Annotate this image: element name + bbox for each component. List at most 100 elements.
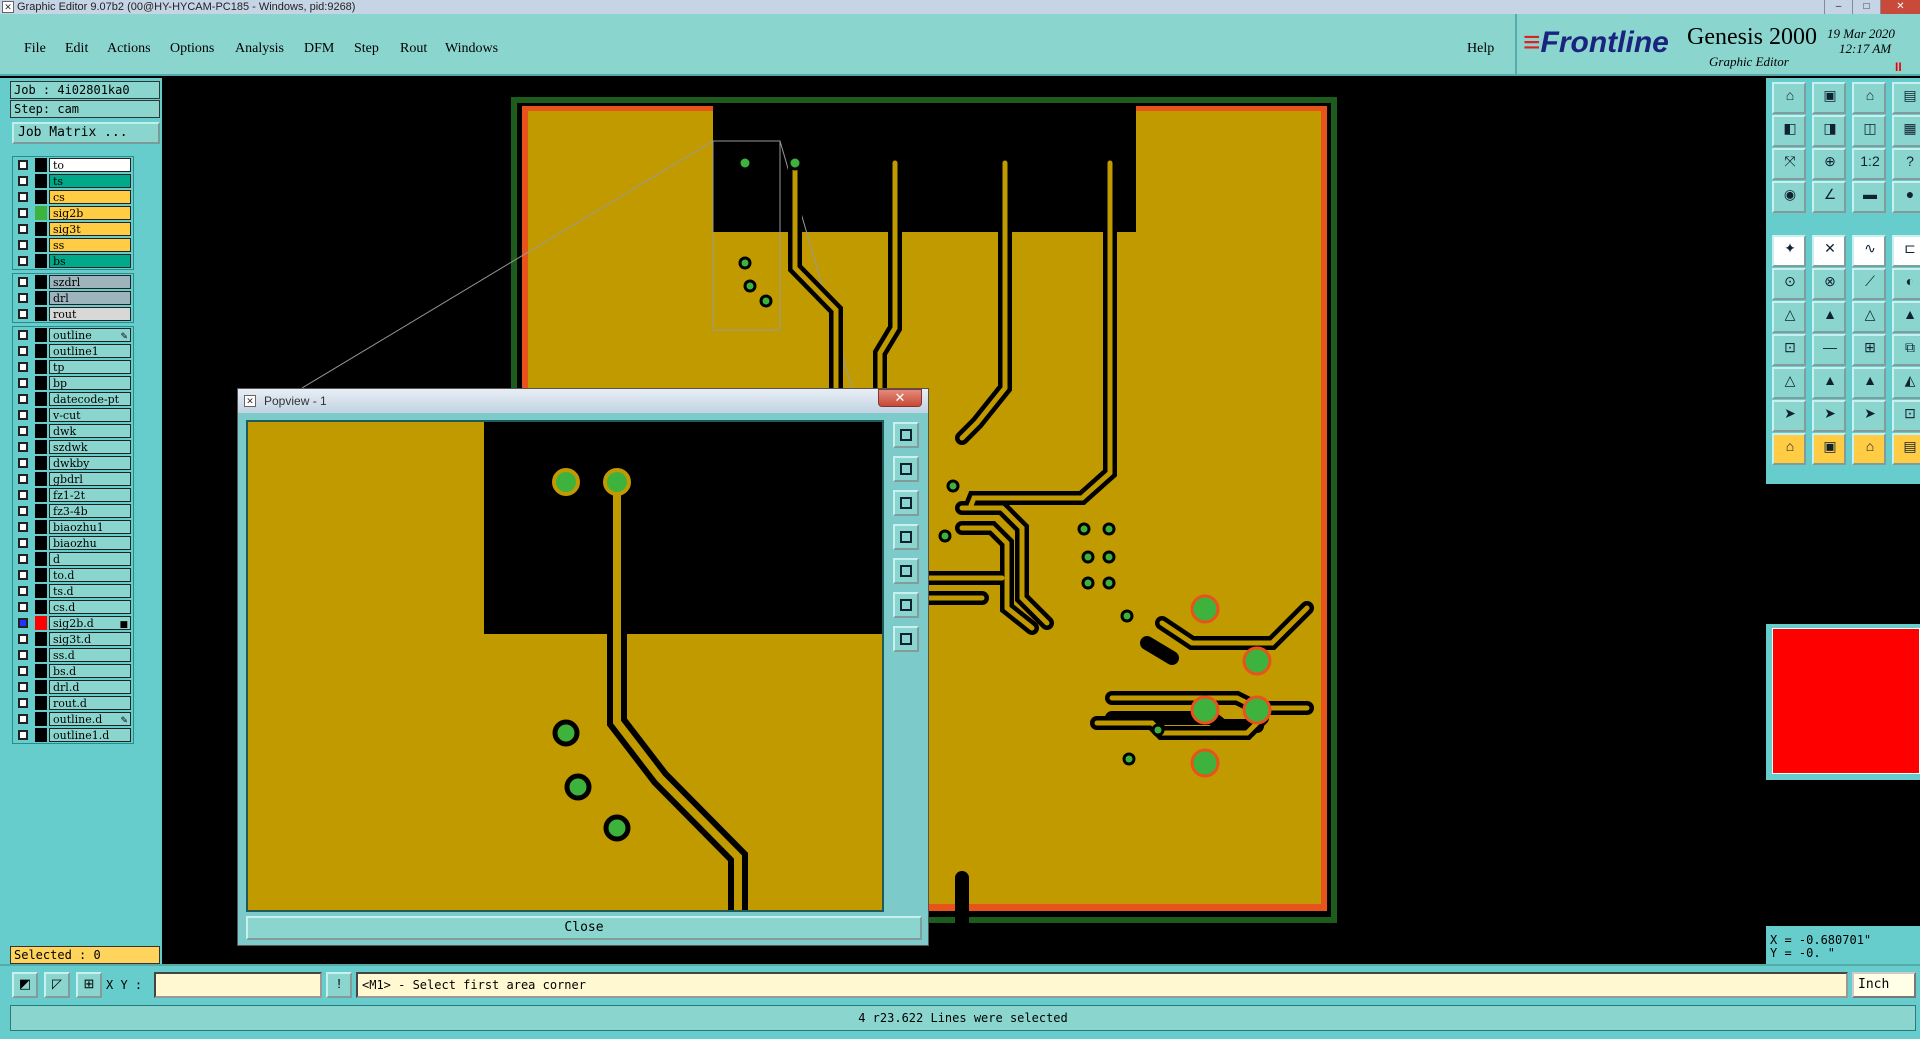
layer-row[interactable]: biaozhu — [13, 535, 133, 551]
fit-icon[interactable]: ⤧ — [1772, 148, 1806, 180]
layer-name[interactable]: datecode-pt — [49, 392, 131, 406]
layer-row[interactable]: biaozhu1 — [13, 519, 133, 535]
layer-indicator[interactable] — [35, 440, 47, 454]
popview-close-button[interactable]: Close — [246, 916, 922, 940]
drop-icon[interactable]: ⊡ — [1772, 334, 1806, 366]
cross-icon[interactable]: ⊗ — [1812, 268, 1846, 300]
layer-name[interactable]: fz1-2t — [49, 488, 131, 502]
layer-row[interactable]: outline1 — [13, 343, 133, 359]
layer-name[interactable]: bs — [49, 254, 131, 268]
home-icon[interactable]: ⌂ — [1772, 433, 1806, 465]
layer-checkbox[interactable] — [18, 618, 28, 628]
layer-name[interactable]: rout.d — [49, 696, 131, 710]
layer-row[interactable]: bp — [13, 375, 133, 391]
info-icon[interactable]: ! — [326, 972, 352, 998]
layer-checkbox[interactable] — [18, 634, 28, 644]
layer-row[interactable]: sig3t.d — [13, 631, 133, 647]
layer-checkbox[interactable] — [18, 506, 28, 516]
layer-checkbox[interactable] — [18, 570, 28, 580]
layer-name[interactable]: cs — [49, 190, 131, 204]
layer-indicator[interactable] — [35, 472, 47, 486]
layer-indicator[interactable] — [35, 456, 47, 470]
layer-checkbox[interactable] — [18, 730, 28, 740]
snap-icon[interactable]: ◩ — [12, 972, 38, 998]
layer-indicator[interactable] — [35, 174, 47, 188]
units-dropdown[interactable]: Inch — [1852, 972, 1916, 998]
layer-indicator[interactable] — [35, 664, 47, 678]
snap-icon[interactable]: ➤ — [1852, 400, 1886, 432]
layer-checkbox[interactable] — [18, 160, 28, 170]
layer-indicator[interactable] — [35, 520, 47, 534]
pan-down-icon[interactable] — [893, 490, 919, 516]
layer-checkbox[interactable] — [18, 309, 28, 319]
layer-row[interactable]: outline1.d — [13, 727, 133, 743]
layer-row[interactable]: sig2b.d ■ — [13, 615, 133, 631]
menu-edit[interactable]: Edit — [65, 41, 88, 57]
right-arrow-icon[interactable]: ◨ — [1812, 115, 1846, 147]
pan-left-icon[interactable] — [893, 524, 919, 550]
net-icon[interactable]: ◐ — [1892, 268, 1920, 300]
layer-indicator[interactable] — [35, 696, 47, 710]
layer-name[interactable]: outline ✎ — [49, 328, 131, 342]
layer-row[interactable]: outline ✎ — [13, 327, 133, 343]
undo-icon[interactable]: ◫ — [1852, 115, 1886, 147]
connect-icon[interactable]: ⊙ — [1772, 268, 1806, 300]
square-icon[interactable]: ⊏ — [1892, 235, 1920, 267]
layer-name[interactable]: d — [49, 552, 131, 566]
menu-dfm[interactable]: DFM — [304, 41, 334, 57]
menu-help[interactable]: Help — [1467, 41, 1494, 57]
overview-map[interactable] — [1766, 624, 1920, 780]
layer-row[interactable]: gbdrl — [13, 471, 133, 487]
layer-row[interactable]: drl — [13, 290, 133, 306]
draw-icon[interactable]: ◉ — [1772, 181, 1806, 213]
layer-indicator[interactable] — [35, 488, 47, 502]
pointer-icon[interactable]: ➤ — [1772, 400, 1806, 432]
layer-indicator[interactable] — [35, 222, 47, 236]
menu-analysis[interactable]: Analysis — [235, 41, 284, 57]
layer-indicator[interactable] — [35, 254, 47, 268]
help-icon[interactable]: ? — [1892, 148, 1920, 180]
layer-checkbox[interactable] — [18, 176, 28, 186]
layer-name[interactable]: sig3t.d — [49, 632, 131, 646]
layer-row[interactable]: rout.d — [13, 695, 133, 711]
layer-name[interactable]: ts.d — [49, 584, 131, 598]
zoom-fit-icon[interactable] — [893, 422, 919, 448]
layer-name[interactable]: fz3-4b — [49, 504, 131, 518]
layer-indicator[interactable] — [35, 504, 47, 518]
layer-name[interactable]: sig3t — [49, 222, 131, 236]
layer-checkbox[interactable] — [18, 682, 28, 692]
menu-rout[interactable]: Rout — [400, 41, 427, 57]
layer-indicator[interactable] — [35, 424, 47, 438]
layer-row[interactable]: fz1-2t — [13, 487, 133, 503]
layer-name[interactable]: szdwk — [49, 440, 131, 454]
layer-indicator[interactable] — [35, 360, 47, 374]
trim-icon[interactable]: ― — [1812, 334, 1846, 366]
layer-indicator[interactable] — [35, 536, 47, 550]
layer-checkbox[interactable] — [18, 410, 28, 420]
layer-indicator[interactable] — [35, 712, 47, 726]
layer-indicator[interactable] — [35, 632, 47, 646]
layer-row[interactable]: ts — [13, 173, 133, 189]
layer-indicator[interactable] — [35, 206, 47, 220]
zoom-out-icon[interactable] — [893, 626, 919, 652]
layer-name[interactable]: bs.d — [49, 664, 131, 678]
layer-name[interactable]: szdrl — [49, 275, 131, 289]
menu-step[interactable]: Step — [354, 41, 379, 57]
layer-indicator[interactable] — [35, 328, 47, 342]
layer-row[interactable]: sig2b — [13, 205, 133, 221]
measure-icon[interactable]: ◸ — [44, 972, 70, 998]
layer-checkbox[interactable] — [18, 394, 28, 404]
layer-indicator[interactable] — [35, 344, 47, 358]
shape-icon[interactable]: ◭ — [1892, 367, 1920, 399]
layer-row[interactable]: szdwk — [13, 439, 133, 455]
line-icon[interactable]: ∿ — [1852, 235, 1886, 267]
menu-actions[interactable]: Actions — [107, 41, 151, 57]
layer-indicator[interactable] — [35, 238, 47, 252]
layer-name[interactable]: drl.d — [49, 680, 131, 694]
layer-row[interactable]: sig3t — [13, 221, 133, 237]
layer-checkbox[interactable] — [18, 490, 28, 500]
layer-name[interactable]: sig2b.d ■ — [49, 616, 131, 630]
layer-indicator[interactable] — [35, 728, 47, 742]
layer-indicator[interactable] — [35, 584, 47, 598]
layer-name[interactable]: biaozhu — [49, 536, 131, 550]
